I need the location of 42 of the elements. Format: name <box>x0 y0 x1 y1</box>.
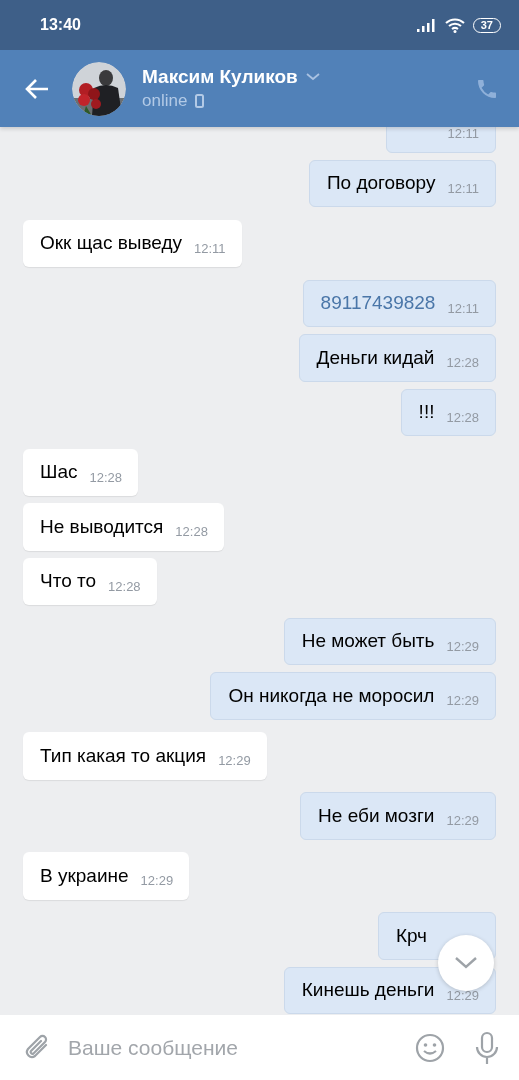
message-text: Кинешь деньги <box>301 979 435 1002</box>
chevron-down-icon <box>454 956 478 970</box>
message-text: Не еби мозги <box>318 804 435 827</box>
back-button[interactable] <box>24 77 50 100</box>
message-time: 12:11 <box>447 300 479 316</box>
message-text: !!! <box>418 401 435 424</box>
message-text: Окк щас выведу <box>40 232 183 255</box>
message-text: По договору <box>326 172 436 195</box>
message-time: 12:28 <box>108 578 141 594</box>
chevron-down-icon[interactable] <box>305 73 320 81</box>
message-time: 12:29 <box>446 813 479 829</box>
message-text: Не выводится <box>40 515 164 538</box>
message-time: 12:29 <box>140 873 174 889</box>
message-time: 12:28 <box>89 469 123 485</box>
message-time: 12:28 <box>446 409 479 425</box>
online-status: online <box>142 91 188 111</box>
message-time: 12:28 <box>175 524 208 540</box>
message-time: 12:28 <box>446 355 479 371</box>
message-time: 12:11 <box>447 126 479 142</box>
status-time: 13:40 <box>40 16 82 34</box>
signal-icon <box>416 18 437 32</box>
message-time: 12:29 <box>446 693 479 709</box>
message-text: Что то <box>40 570 97 593</box>
contact-name[interactable]: Максим Куликов <box>142 66 298 88</box>
phone-icon <box>195 94 205 108</box>
message-text: Не может быть <box>301 630 435 653</box>
phone-link[interactable]: 89117439828 <box>320 292 436 315</box>
message-time: 12:29 <box>446 638 479 654</box>
emoji-button[interactable] <box>415 1032 445 1063</box>
wifi-icon <box>444 17 465 33</box>
input-bar[interactable]: Ваше сообщение <box>0 1015 519 1080</box>
message-text: Тип какая то акция <box>40 744 207 767</box>
message-time: 12:11 <box>447 180 479 196</box>
message-time: 12:11 <box>194 240 226 256</box>
message-text: Деньги кидай <box>316 346 435 369</box>
microphone-button[interactable] <box>475 1030 499 1065</box>
message-time: 12:29 <box>218 753 251 769</box>
message-text: Крч <box>395 924 427 947</box>
message-text: Он никогда не моросил <box>228 684 435 707</box>
message-text: В украине <box>40 864 129 887</box>
message-text: Шас <box>40 461 78 484</box>
message-time: 12:29 <box>446 987 479 1003</box>
